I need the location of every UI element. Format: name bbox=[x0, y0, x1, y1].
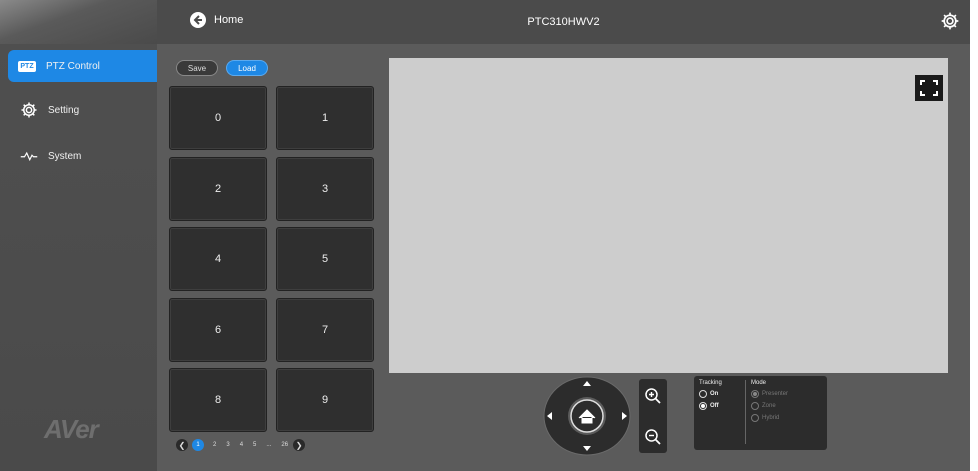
preset-button-8[interactable]: 8 bbox=[169, 368, 267, 432]
preset-button-1[interactable]: 1 bbox=[276, 86, 374, 150]
radio-icon bbox=[699, 390, 707, 398]
device-name: PTC310HWV2 bbox=[527, 16, 600, 28]
tracking-off-label: Off bbox=[710, 403, 719, 409]
zoom-controls bbox=[639, 379, 667, 453]
page-4[interactable]: 4 bbox=[240, 442, 243, 448]
ptz-icon: PTZ bbox=[16, 57, 38, 75]
preset-button-6[interactable]: 6 bbox=[169, 298, 267, 362]
preset-pagination: ❮ 1 2 3 4 5 ... 26 ❯ bbox=[176, 438, 306, 452]
radio-selected-icon bbox=[751, 390, 759, 398]
top-bar: Home PTC310HWV2 bbox=[157, 0, 970, 44]
ptz-badge: PTZ bbox=[18, 60, 36, 72]
tracking-group: Tracking On Off bbox=[699, 380, 722, 410]
mode-presenter-label: Presenter bbox=[762, 391, 789, 397]
chevron-left-icon[interactable]: ❮ bbox=[176, 439, 188, 451]
zoom-in-icon[interactable] bbox=[643, 386, 663, 406]
sidebar-item-setting[interactable]: Setting bbox=[10, 94, 157, 126]
load-button[interactable]: Load bbox=[226, 60, 268, 76]
pan-down-button[interactable] bbox=[571, 439, 603, 455]
save-button[interactable]: Save bbox=[176, 60, 218, 76]
app-window: PTZ PTZ Control Setting System AVer Home… bbox=[0, 0, 978, 471]
page-1[interactable]: 1 bbox=[192, 439, 204, 451]
preset-button-7[interactable]: 7 bbox=[276, 298, 374, 362]
aver-logo: AVer bbox=[44, 414, 99, 444]
gear-icon bbox=[18, 101, 40, 119]
mode-group: Mode Presenter Zone Hybrid bbox=[751, 380, 788, 422]
radio-selected-icon bbox=[699, 402, 707, 410]
preset-button-4[interactable]: 4 bbox=[169, 227, 267, 291]
tracking-panel: Tracking On Off Mode Presenter Zone Hybr… bbox=[694, 376, 827, 450]
page-ellipsis: ... bbox=[266, 442, 272, 448]
sidebar-item-ptz-control[interactable]: PTZ PTZ Control bbox=[8, 50, 157, 82]
preset-button-2[interactable]: 2 bbox=[169, 157, 267, 221]
radio-icon bbox=[751, 402, 759, 410]
divider bbox=[745, 380, 746, 444]
tracking-title: Tracking bbox=[699, 380, 722, 386]
page-3[interactable]: 3 bbox=[226, 442, 229, 448]
page-2[interactable]: 2 bbox=[213, 442, 216, 448]
preset-button-5[interactable]: 5 bbox=[276, 227, 374, 291]
page-5[interactable]: 5 bbox=[253, 442, 256, 448]
radio-icon bbox=[751, 414, 759, 422]
pan-up-button[interactable] bbox=[571, 378, 603, 394]
settings-gear-icon[interactable] bbox=[940, 11, 960, 31]
sidebar-item-label: Setting bbox=[48, 104, 80, 116]
page-26[interactable]: 26 bbox=[281, 442, 288, 448]
sidebar: PTZ PTZ Control Setting System AVer bbox=[0, 0, 157, 471]
pan-left-button[interactable] bbox=[544, 403, 560, 431]
tracking-on-label: On bbox=[710, 391, 719, 397]
preset-button-0[interactable]: 0 bbox=[169, 86, 267, 150]
tracking-off-radio[interactable]: Off bbox=[699, 402, 722, 410]
mode-title: Mode bbox=[751, 380, 767, 386]
home-position-button[interactable] bbox=[571, 400, 603, 432]
sidebar-item-label: System bbox=[48, 150, 82, 162]
mode-hybrid-label: Hybrid bbox=[762, 415, 780, 421]
sidebar-header bbox=[0, 0, 157, 44]
fullscreen-icon[interactable] bbox=[915, 75, 943, 101]
mode-zone-radio[interactable]: Zone bbox=[751, 402, 788, 410]
pan-right-button[interactable] bbox=[614, 403, 630, 431]
preset-button-9[interactable]: 9 bbox=[276, 368, 374, 432]
mode-hybrid-radio[interactable]: Hybrid bbox=[751, 414, 788, 422]
preset-button-3[interactable]: 3 bbox=[276, 157, 374, 221]
zoom-out-icon[interactable] bbox=[643, 427, 663, 447]
sidebar-item-label: PTZ Control bbox=[46, 60, 100, 72]
chevron-right-icon[interactable]: ❯ bbox=[293, 439, 306, 451]
tracking-on-radio[interactable]: On bbox=[699, 390, 722, 398]
sidebar-item-system[interactable]: System bbox=[10, 140, 157, 172]
pulse-icon bbox=[18, 147, 40, 165]
video-preview[interactable] bbox=[389, 58, 948, 373]
right-edge bbox=[970, 0, 978, 471]
mode-presenter-radio[interactable]: Presenter bbox=[751, 390, 788, 398]
mode-zone-label: Zone bbox=[762, 403, 776, 409]
